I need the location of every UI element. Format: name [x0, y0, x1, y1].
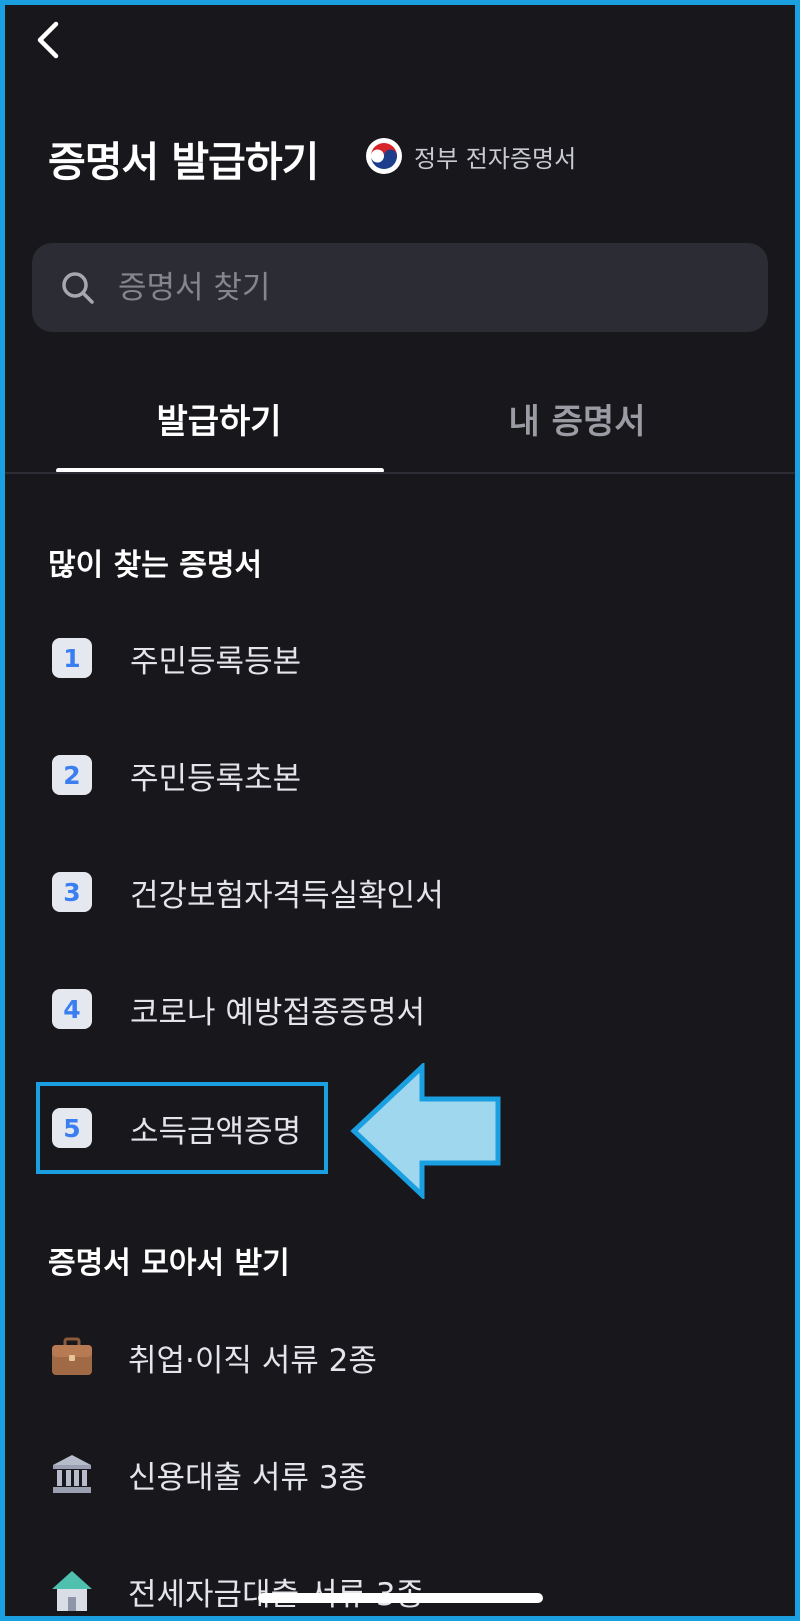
list-item-label: 취업·이직 서류 2종 [128, 1342, 377, 1379]
list-item-label: 전세자금대출 서류 3종 [128, 1576, 424, 1613]
popular-section-title: 많이 찾는 증명서 [48, 548, 263, 583]
list-item-label: 코로나 예방접종증명서 [130, 994, 426, 1031]
gov-certificate-badge: 정부 전자증명서 [366, 138, 576, 174]
list-item-popular[interactable]: 3 건강보험자격득실확인서 [52, 862, 444, 922]
arrow-left-annotation-icon [350, 1063, 501, 1199]
list-item-popular[interactable]: 4 코로나 예방접종증명서 [52, 979, 425, 1039]
list-item-label: 건강보험자격득실확인서 [130, 877, 444, 914]
home-indicator[interactable] [258, 1593, 543, 1603]
rank-badge: 3 [52, 872, 92, 912]
search-input[interactable] [116, 268, 680, 307]
briefcase-icon [50, 1335, 94, 1379]
bank-icon [50, 1452, 94, 1496]
list-item-bundle[interactable]: 신용대출 서류 3종 [50, 1444, 367, 1504]
tab-my-certificates[interactable]: 내 증명서 [382, 394, 772, 443]
highlight-annotation-box [36, 1082, 328, 1174]
tab-bar: 발급하기 내 증명서 [0, 380, 800, 474]
rank-badge: 4 [52, 989, 92, 1029]
house-icon [50, 1569, 94, 1613]
gov-badge-label: 정부 전자증명서 [414, 144, 577, 173]
list-item-bundle[interactable]: 취업·이직 서류 2종 [50, 1327, 377, 1387]
rank-badge: 2 [52, 755, 92, 795]
rank-badge: 1 [52, 638, 92, 678]
page-title: 증명서 발급하기 [48, 138, 319, 186]
tabs-divider [5, 472, 795, 474]
search-bar[interactable] [32, 243, 768, 332]
korea-gov-emblem-icon [366, 138, 402, 174]
chevron-left-icon [37, 21, 59, 59]
list-item-label: 신용대출 서류 3종 [128, 1459, 368, 1496]
list-item-popular[interactable]: 1 주민등록등본 [52, 628, 301, 688]
list-item-popular[interactable]: 2 주민등록초본 [52, 745, 301, 805]
search-icon [62, 271, 94, 304]
tab-issue[interactable]: 발급하기 [24, 394, 414, 443]
list-item-label: 주민등록등본 [130, 643, 302, 680]
list-item-bundle[interactable]: 전세자금대출 서류 3종 [50, 1561, 424, 1621]
bundle-section-title: 증명서 모아서 받기 [48, 1246, 290, 1281]
list-item-label: 주민등록초본 [130, 760, 302, 797]
back-button[interactable] [30, 18, 70, 62]
